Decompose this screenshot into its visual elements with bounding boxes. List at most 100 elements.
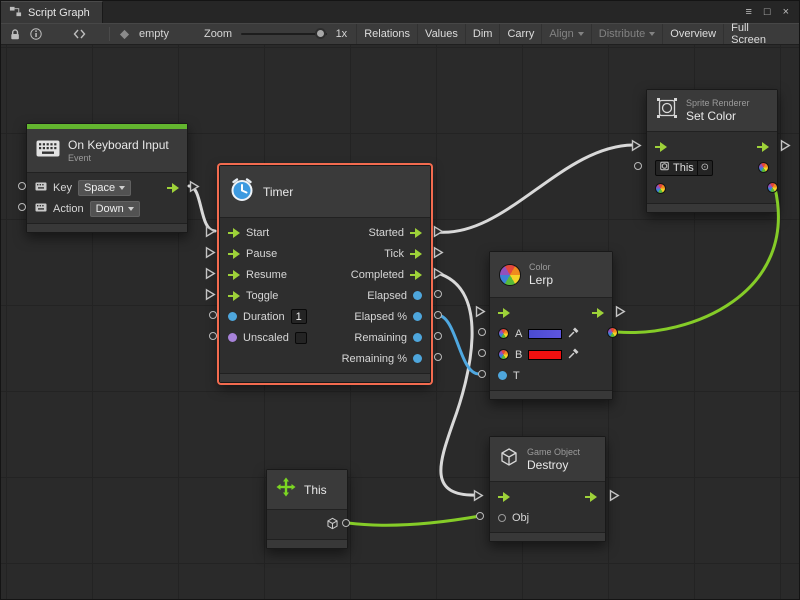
edge-port-destroy-flow-in[interactable] — [473, 489, 484, 502]
distribute-button[interactable]: Distribute — [591, 24, 662, 44]
node-this[interactable]: This — [266, 469, 348, 549]
node-color-lerp[interactable]: Color Lerp A B T — [489, 251, 613, 400]
color-port-icon[interactable] — [758, 162, 769, 173]
edge-port-timer-pause[interactable] — [205, 246, 216, 259]
flow-out-port[interactable] — [585, 492, 597, 502]
flow-in-port[interactable] — [228, 228, 240, 238]
flow-out-port[interactable] — [167, 183, 179, 193]
graph-canvas[interactable]: On Keyboard Input Event Key Space Action… — [1, 45, 800, 600]
align-button[interactable]: Align — [541, 24, 590, 44]
edge-port-setcolor-target[interactable] — [634, 162, 642, 170]
flow-out-port[interactable] — [757, 142, 769, 152]
edge-port-lerp-flow-in[interactable] — [475, 305, 486, 318]
edge-port-timer-elapsed-pct[interactable] — [434, 311, 442, 319]
color-in-port[interactable] — [655, 183, 666, 194]
edge-port-setcolor-flow-in[interactable] — [631, 139, 642, 152]
zoom-slider-knob[interactable] — [315, 28, 326, 39]
close-icon[interactable]: × — [783, 6, 789, 18]
value-out-port[interactable] — [413, 291, 422, 300]
edge-port-timer-completed[interactable] — [433, 267, 444, 280]
info-icon[interactable] — [30, 28, 42, 40]
edge-port-timer-elapsed[interactable] — [434, 290, 442, 298]
flow-out-port[interactable] — [410, 270, 422, 280]
menu-icon[interactable]: ≡ — [745, 6, 751, 18]
flow-in-port[interactable] — [228, 291, 240, 301]
eyedropper-icon[interactable] — [568, 348, 579, 362]
flow-in-port[interactable] — [228, 270, 240, 280]
edge-port-timer-remaining[interactable] — [434, 332, 442, 340]
value-out-port[interactable] — [413, 333, 422, 342]
edge-port-lerp-color-out[interactable] — [607, 327, 618, 338]
values-button[interactable]: Values — [417, 24, 465, 44]
edge-port-keyboard-out[interactable] — [189, 180, 200, 193]
code-view-icon[interactable] — [73, 28, 86, 40]
relations-button[interactable]: Relations — [356, 24, 417, 44]
edge-port-destroy-flow-out[interactable] — [609, 489, 620, 502]
flow-out-port[interactable] — [410, 228, 422, 238]
eyedropper-icon[interactable] — [568, 327, 579, 341]
edge-port-timer-toggle[interactable] — [205, 288, 216, 301]
edge-port-setcolor-flow-out[interactable] — [780, 139, 791, 152]
edge-port-lerp-a[interactable] — [478, 328, 486, 336]
flow-in-port[interactable] — [498, 492, 510, 502]
edge-port-timer-tick[interactable] — [433, 246, 444, 259]
node-destroy[interactable]: Game Object Destroy Obj — [489, 436, 606, 542]
edge-port-timer-started[interactable] — [433, 225, 444, 238]
flow-in-port[interactable] — [498, 308, 510, 318]
zoom-slider[interactable] — [241, 33, 326, 35]
flow-out-port[interactable] — [592, 308, 604, 318]
flow-in-port[interactable] — [655, 142, 667, 152]
edge-port-lerp-flow-out[interactable] — [615, 305, 626, 318]
node-on-keyboard-input[interactable]: On Keyboard Input Event Key Space Action… — [26, 123, 188, 233]
edge-port-keyboard-key[interactable] — [18, 182, 26, 190]
value-in-port[interactable] — [498, 514, 506, 522]
carry-button[interactable]: Carry — [499, 24, 541, 44]
port-label: Elapsed — [367, 290, 407, 302]
game-object-cube-icon[interactable] — [326, 517, 339, 533]
action-dropdown[interactable]: Down — [90, 201, 140, 217]
value-out-port[interactable] — [413, 354, 422, 363]
value-in-port[interactable] — [228, 312, 237, 321]
move-cross-icon — [276, 477, 296, 502]
key-dropdown[interactable]: Space — [78, 180, 131, 196]
value-in-port[interactable] — [228, 333, 237, 342]
edge-port-lerp-b[interactable] — [478, 349, 486, 357]
node-timer[interactable]: Timer StartStarted PauseTick ResumeCompl… — [219, 165, 431, 383]
color-a-swatch[interactable] — [528, 329, 562, 339]
edge-port-setcolor-color-in[interactable] — [767, 182, 778, 193]
maximize-icon[interactable]: □ — [764, 6, 771, 18]
edge-port-timer-duration[interactable] — [209, 311, 217, 319]
edge-port-keyboard-action[interactable] — [18, 203, 26, 211]
edge-port-this-out[interactable] — [342, 519, 350, 527]
port-label: Remaining % — [342, 353, 407, 365]
overview-button[interactable]: Overview — [662, 24, 723, 44]
edge-port-timer-unscaled[interactable] — [209, 332, 217, 340]
tab-script-graph[interactable]: Script Graph — [1, 1, 103, 23]
lock-icon[interactable] — [9, 28, 21, 41]
duration-input[interactable]: 1 — [291, 309, 307, 324]
port-label: Obj — [512, 512, 529, 524]
wire-this-to-destroy-obj[interactable] — [348, 516, 480, 525]
titlebar: Script Graph ≡ □ × — [1, 1, 799, 23]
edge-port-timer-remaining-pct[interactable] — [434, 353, 442, 361]
edge-port-destroy-obj[interactable] — [476, 512, 484, 520]
wire-completed-to-destroy[interactable] — [437, 273, 478, 495]
color-port-icon[interactable] — [498, 349, 509, 360]
object-picker-icon[interactable]: ⊙ — [697, 161, 712, 175]
color-b-swatch[interactable] — [528, 350, 562, 360]
color-port-icon[interactable] — [498, 328, 509, 339]
edge-port-timer-resume[interactable] — [205, 267, 216, 280]
edge-port-timer-start[interactable] — [205, 225, 216, 238]
flow-out-port[interactable] — [410, 249, 422, 259]
node-set-color[interactable]: Sprite Renderer Set Color This ⊙ — [646, 89, 778, 213]
wire-started-to-setcolor[interactable] — [437, 145, 633, 232]
fullscreen-button[interactable]: Full Screen — [723, 24, 791, 44]
value-in-port[interactable] — [498, 371, 507, 380]
value-out-port[interactable] — [413, 312, 422, 321]
unscaled-checkbox[interactable] — [295, 332, 307, 344]
wire-elapsed-pct-to-t[interactable] — [437, 315, 479, 374]
flow-in-port[interactable] — [228, 249, 240, 259]
dim-button[interactable]: Dim — [465, 24, 500, 44]
target-object-field[interactable]: This ⊙ — [655, 160, 713, 176]
edge-port-lerp-t[interactable] — [478, 370, 486, 378]
